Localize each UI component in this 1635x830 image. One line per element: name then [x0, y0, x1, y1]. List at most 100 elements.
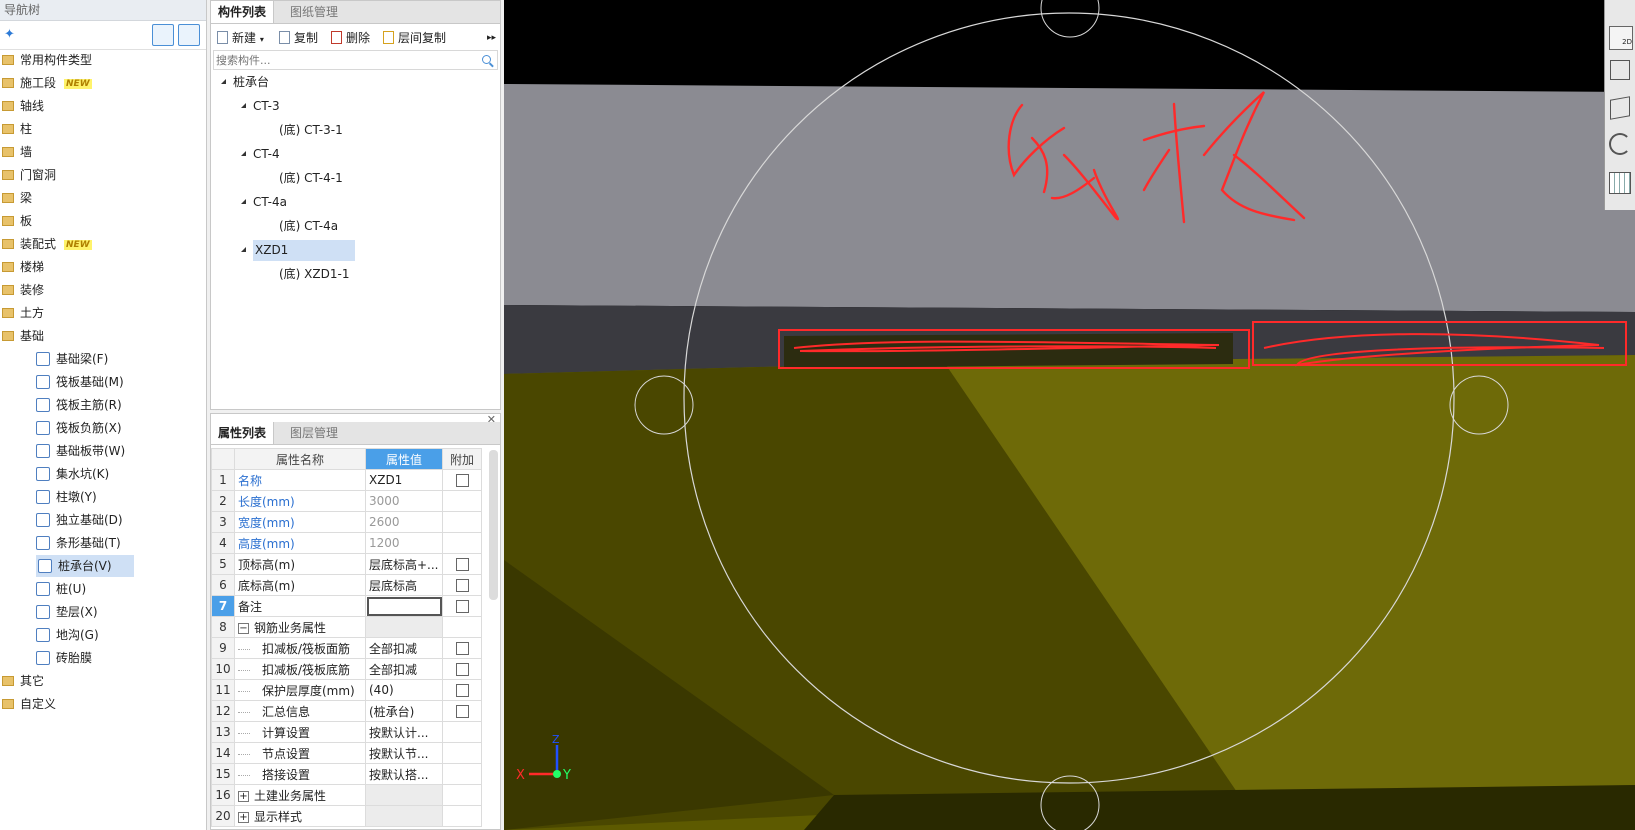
property-value-cell[interactable]: (桩承台): [365, 700, 443, 722]
expand-toggle-icon[interactable]: −: [238, 622, 249, 634]
foundation-item-13[interactable]: 砖胎膜: [36, 647, 92, 669]
property-scrollbar[interactable]: [489, 450, 498, 600]
property-value-cell[interactable]: 全部扣减: [365, 658, 443, 680]
property-value-cell[interactable]: [365, 616, 443, 638]
tab-property-list[interactable]: 属性列表: [211, 422, 275, 444]
collapse-icon[interactable]: [221, 79, 226, 84]
foundation-item-11[interactable]: 垫层(X): [36, 601, 98, 623]
nav-item-1[interactable]: 施工段 NEW: [2, 72, 92, 94]
extra-checkbox[interactable]: [455, 663, 469, 676]
component-item[interactable]: (底) CT-4a: [279, 216, 338, 237]
property-row[interactable]: 3 宽度(mm) 2600: [211, 511, 482, 533]
component-item[interactable]: (底) CT-4-1: [279, 168, 343, 189]
expand-toggle-icon[interactable]: +: [238, 811, 249, 823]
foundation-item-8[interactable]: 条形基础(T): [36, 532, 121, 554]
component-item[interactable]: (底) CT-3-1: [279, 120, 343, 141]
property-value-cell[interactable]: 2600: [365, 511, 443, 533]
property-value-cell[interactable]: 层底标高+...: [365, 553, 443, 575]
component-group[interactable]: CT-4: [241, 144, 280, 165]
property-row[interactable]: 15 搭接设置 按默认搭...: [211, 763, 482, 785]
3d-scene[interactable]: X Y Z: [504, 0, 1635, 830]
property-value-cell[interactable]: 3000: [365, 490, 443, 512]
collapse-icon[interactable]: [241, 103, 246, 108]
property-row[interactable]: 11 保护层厚度(mm) (40): [211, 679, 482, 701]
property-value-cell[interactable]: 全部扣减: [365, 637, 443, 659]
property-value-cell[interactable]: 层底标高: [365, 574, 443, 596]
collapse-icon[interactable]: [241, 151, 246, 156]
nav-item-9[interactable]: 楼梯: [2, 256, 44, 278]
floor-copy-button[interactable]: 层间复制: [383, 29, 446, 47]
nav-tail-item-1[interactable]: 自定义: [2, 693, 56, 715]
property-row[interactable]: 13 计算设置 按默认计...: [211, 721, 482, 743]
copy-button[interactable]: 复制: [279, 29, 318, 47]
property-value-cell[interactable]: (40): [365, 679, 443, 701]
foundation-item-4[interactable]: 基础板带(W): [36, 440, 125, 462]
extra-checkbox[interactable]: [455, 600, 469, 613]
foundation-item-1[interactable]: 筏板基础(M): [36, 371, 124, 393]
more-icon[interactable]: ▸▸: [487, 29, 496, 47]
nav-item-11[interactable]: 土方: [2, 302, 44, 324]
property-row[interactable]: 5 顶标高(m) 层底标高+...: [211, 553, 482, 575]
nav-item-5[interactable]: 门窗洞: [2, 164, 56, 186]
foundation-item-12[interactable]: 地沟(G): [36, 624, 99, 646]
extra-checkbox[interactable]: [455, 705, 469, 718]
property-value-cell[interactable]: 按默认计...: [365, 721, 443, 743]
component-tree-root[interactable]: 桩承台: [221, 72, 269, 93]
property-value-cell[interactable]: [365, 805, 443, 827]
foundation-item-7[interactable]: 独立基础(D): [36, 509, 123, 531]
search-input[interactable]: [214, 51, 468, 69]
property-row[interactable]: 20 + 显示样式: [211, 805, 482, 827]
search-icon[interactable]: [482, 55, 491, 64]
property-value-cell[interactable]: [365, 784, 443, 806]
property-row[interactable]: 4 高度(mm) 1200: [211, 532, 482, 554]
extra-checkbox[interactable]: [455, 558, 469, 571]
foundation-item-2[interactable]: 筏板主筋(R): [36, 394, 122, 416]
extra-checkbox[interactable]: [455, 579, 469, 592]
3d-viewport[interactable]: X Y Z 2D: [504, 0, 1635, 830]
nav-item-10[interactable]: 装修: [2, 279, 44, 301]
cube-view-icon[interactable]: [1610, 60, 1630, 80]
property-row[interactable]: 2 长度(mm) 3000: [211, 490, 482, 512]
view-mode-2d-button[interactable]: 2D: [1609, 26, 1633, 50]
nav-item-3[interactable]: 柱: [2, 118, 32, 140]
component-item[interactable]: (底) XZD1-1: [279, 264, 349, 285]
foundation-item-5[interactable]: 集水坑(K): [36, 463, 109, 485]
nav-item-7[interactable]: 板: [2, 210, 32, 232]
property-value-cell[interactable]: 按默认节...: [365, 742, 443, 764]
foundation-item-10[interactable]: 桩(U): [36, 578, 86, 600]
property-value-cell[interactable]: 按默认搭...: [365, 763, 443, 785]
foundation-item-6[interactable]: 柱墩(Y): [36, 486, 97, 508]
property-row[interactable]: 7 备注: [211, 595, 482, 617]
expand-toggle-icon[interactable]: +: [238, 790, 249, 802]
property-row[interactable]: 9 扣减板/筏板面筋 全部扣减: [211, 637, 482, 659]
nav-item-0[interactable]: 常用构件类型: [2, 49, 92, 71]
nav-item-12[interactable]: 基础: [2, 325, 44, 347]
nav-item-4[interactable]: 墙: [2, 141, 32, 163]
extra-checkbox[interactable]: [455, 684, 469, 697]
grid-view-icon[interactable]: [1609, 172, 1631, 194]
nav-item-8[interactable]: 装配式 NEW: [2, 233, 92, 255]
property-row[interactable]: 16 + 土建业务属性: [211, 784, 482, 806]
property-value-cell[interactable]: XZD1: [365, 469, 443, 491]
property-row[interactable]: 10 扣减板/筏板底筋 全部扣减: [211, 658, 482, 680]
component-group[interactable]: CT-3: [241, 96, 280, 117]
perspective-cube-icon[interactable]: [1610, 96, 1630, 120]
nav-item-6[interactable]: 梁: [2, 187, 32, 209]
property-row[interactable]: 14 节点设置 按默认节...: [211, 742, 482, 764]
collapse-icon[interactable]: [241, 199, 246, 204]
extra-checkbox[interactable]: [455, 474, 469, 487]
tab-drawing-management[interactable]: 图纸管理: [283, 1, 345, 23]
component-group[interactable]: XZD1: [241, 240, 355, 261]
nav-tail-item-0[interactable]: 其它: [2, 670, 44, 692]
collapse-icon[interactable]: [241, 247, 246, 252]
panel-view-icon[interactable]: [178, 24, 200, 46]
property-row[interactable]: 6 底标高(m) 层底标高: [211, 574, 482, 596]
foundation-item-3[interactable]: 筏板负筋(X): [36, 417, 122, 439]
new-button[interactable]: 新建 ▾: [217, 29, 264, 47]
property-value-cell[interactable]: 1200: [365, 532, 443, 554]
list-view-icon[interactable]: [152, 24, 174, 46]
tab-layer-management[interactable]: 图层管理: [283, 422, 345, 444]
foundation-item-0[interactable]: 基础梁(F): [36, 348, 108, 370]
tab-component-list[interactable]: 构件列表: [211, 1, 275, 23]
property-row[interactable]: 12 汇总信息 (桩承台): [211, 700, 482, 722]
